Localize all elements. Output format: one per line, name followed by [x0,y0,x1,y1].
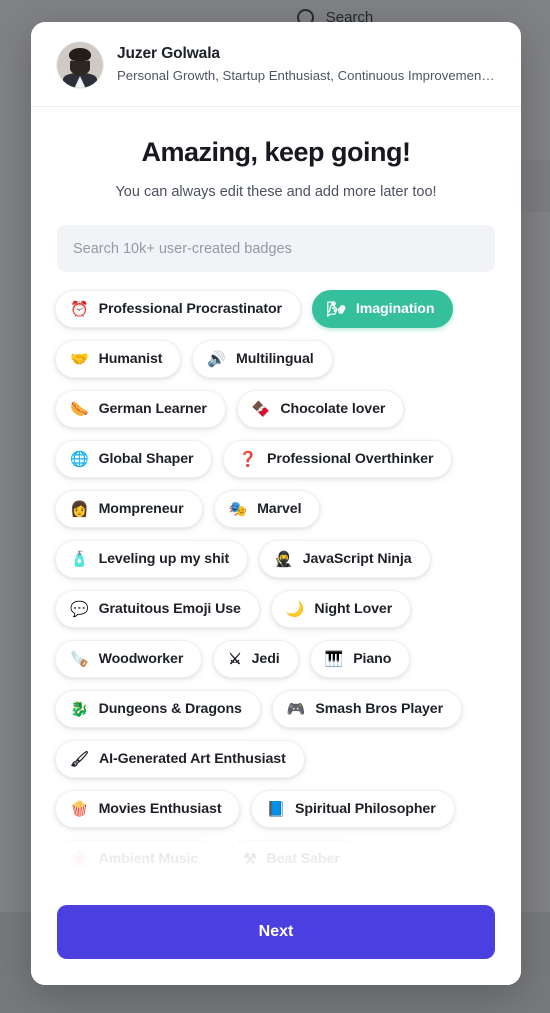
badge-chip[interactable]: ⚔ Jedi [213,640,299,678]
badge-chip[interactable]: ❓ Professional Overthinker [223,440,453,478]
badge-label: Chocolate lover [280,401,386,417]
badge-chip[interactable]: 🎮 Smash Bros Player [271,690,463,728]
search-input[interactable] [57,225,495,272]
badge-label: Marvel [257,501,302,517]
badge-label: Leveling up my shit [98,551,230,567]
modal-header: Juzer Golwala Personal Growth, Startup E… [31,22,521,107]
piano-icon: 🎹 [324,650,344,668]
hotdog-icon: 🌭 [70,400,89,418]
question-mark-icon: ❓ [238,450,258,468]
badge-label: Global Shaper [98,451,194,467]
title-block: Amazing, keep going! You can always edit… [31,107,521,200]
badge-chip[interactable]: ⏰ Professional Procrastinator [55,290,301,328]
dragon-icon: 🐉 [70,700,89,718]
badge-label: Movies Enthusiast [98,801,222,817]
badge-chip[interactable]: 🤝 Humanist [55,340,182,378]
search-wrap [31,200,521,272]
badge-label: Imagination [355,301,435,317]
badge-label: Smash Bros Player [315,701,444,717]
alarm-clock-icon: ⏰ [70,300,89,318]
badge-list: ⏰ Professional Procrastinator 🌬 Imagination… [55,290,497,878]
chocolate-bar-icon: 🍫 [251,400,271,418]
badge-label: Gratuitous Emoji Use [98,601,241,617]
avatar-beard [70,61,90,76]
page-subtitle: You can always edit these and add more l… [115,184,437,200]
ninja-icon: 🥷 [274,550,293,568]
badge-selection-modal: Juzer Golwala Personal Growth, Startup E… [31,22,521,985]
badge-label: AI-Generated Art Enthusiast [98,751,286,767]
badge-label: Professional Overthinker [267,451,434,467]
popcorn-icon: 🍿 [70,800,89,818]
profile-subtitle: Personal Growth, Startup Enthusiast, Con… [117,68,497,84]
blossom-icon: 🌸 [70,850,89,868]
badge-label: Ambient Music [98,851,199,867]
badge-label: Humanist [98,351,163,367]
handshake-icon: 🤝 [70,350,89,368]
crescent-moon-icon: 🌙 [285,600,305,618]
badge-chip[interactable]: 🐉 Dungeons & Dragons [55,690,261,728]
saw-icon: 🪚 [70,650,89,668]
badge-chip[interactable]: 📘 Spiritual Philosopher [251,790,455,828]
avatar [57,42,103,88]
wind-cloud-icon: 🌬 [326,300,346,318]
badge-chip[interactable]: 🔊 Multilingual [192,340,333,378]
badge-chip[interactable]: 🌭 German Learner [55,390,226,428]
badge-label: Woodworker [98,651,184,667]
crossed-sabers-icon: ⚒ [243,850,257,868]
badge-chip[interactable]: 🧴 Leveling up my shit [55,540,249,578]
badge-chip[interactable]: 🌸 Ambient Music [55,840,218,878]
badge-label: Mompreneur [98,501,184,517]
badge-label: Professional Procrastinator [98,301,282,317]
lightsaber-icon: ⚔ [228,650,242,668]
game-controller-icon: 🎮 [286,700,306,718]
badge-chip[interactable]: 🎹 Piano [309,640,411,678]
page-title: Amazing, keep going! [141,137,411,167]
badge-label: JavaScript Ninja [302,551,412,567]
mask-icon: 🎭 [228,500,248,518]
badge-label: Piano [353,651,392,667]
next-button[interactable]: Next [57,905,495,959]
avatar-hair [68,47,92,62]
badge-scroll-area[interactable]: ⏰ Professional Procrastinator 🌬 Imagination… [31,272,521,895]
badge-label: German Learner [98,401,207,417]
badge-chip[interactable]: 👩 Mompreneur [55,490,203,528]
profile-text: Juzer Golwala Personal Growth, Startup E… [117,44,497,85]
badge-label: Multilingual [236,351,314,367]
paintbrush-icon: 🖌 [70,750,89,768]
badge-chip[interactable]: 💬 Gratuitous Emoji Use [55,590,260,628]
badge-label: Jedi [251,651,280,667]
badge-label: Night Lover [314,601,393,617]
badge-chip[interactable]: 🌙 Night Lover [270,590,412,628]
badge-chip[interactable]: 🍫 Chocolate lover [236,390,405,428]
badge-chip[interactable]: 🍿 Movies Enthusiast [55,790,241,828]
badge-chip[interactable]: 🖌 AI-Generated Art Enthusiast [55,740,305,778]
speech-bubble-icon: 💬 [70,600,89,618]
open-book-icon: 📘 [266,800,286,818]
badge-label: Spiritual Philosopher [295,801,436,817]
badge-chip[interactable]: 🎭 Marvel [213,490,321,528]
badge-label: Dungeons & Dragons [98,701,242,717]
profile-name: Juzer Golwala [117,45,220,63]
woman-icon: 👩 [70,500,89,518]
modal-footer: Next [31,895,521,985]
badge-chip[interactable]: ⚒ Beat Saber [228,840,359,878]
badge-chip[interactable]: 🌐 Global Shaper [55,440,213,478]
lotion-bottle-icon: 🧴 [70,550,89,568]
globe-icon: 🌐 [70,450,89,468]
speaker-icon: 🔊 [207,350,226,368]
badge-chip[interactable]: 🥷 JavaScript Ninja [259,540,431,578]
badge-label: Beat Saber [266,851,340,867]
badge-chip[interactable]: 🪚 Woodworker [55,640,203,678]
badge-chip[interactable]: 🌬 Imagination [311,290,454,328]
